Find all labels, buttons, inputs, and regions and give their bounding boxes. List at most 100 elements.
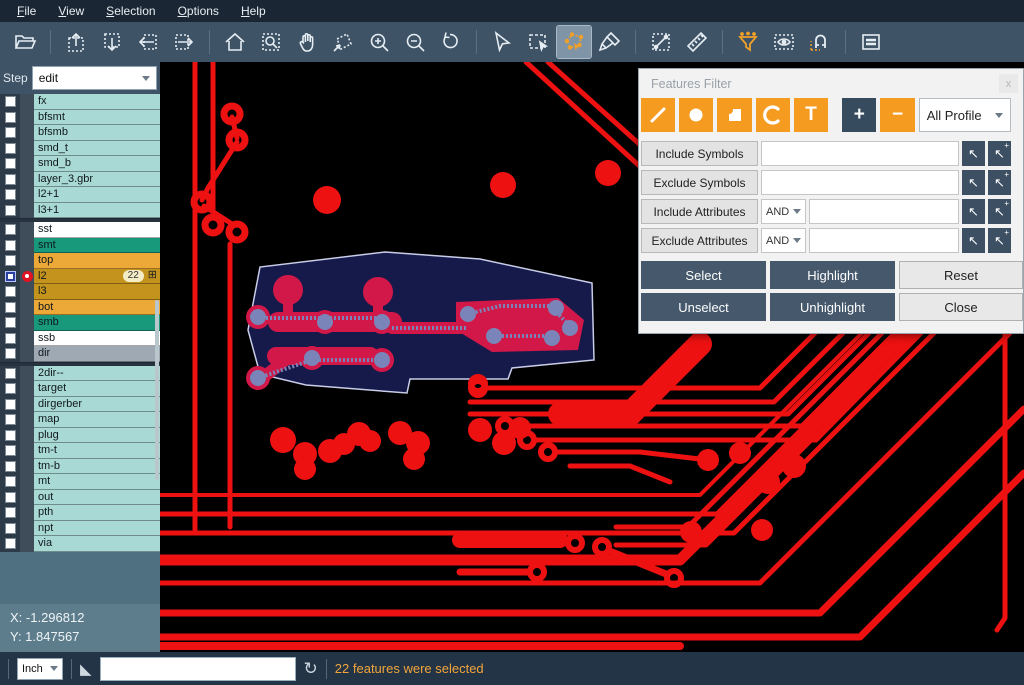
layer-row-mt[interactable]: mt xyxy=(0,474,160,490)
layer-label-cell[interactable]: bot xyxy=(34,300,160,316)
text-filter-button[interactable]: T xyxy=(794,98,828,132)
layer-label-cell[interactable]: smd_t xyxy=(34,141,160,157)
layer-checkbox[interactable] xyxy=(5,205,16,216)
layer-row-l2+1[interactable]: l2+1 xyxy=(0,187,160,203)
pick-add-from-screen-button[interactable]: ↖+ xyxy=(988,199,1011,224)
pick-from-screen-button[interactable]: ↖ xyxy=(962,141,985,166)
layer-row-sst[interactable]: sst xyxy=(0,222,160,238)
layer-row-via[interactable]: via xyxy=(0,536,160,552)
layer-label-cell[interactable]: mt xyxy=(34,474,160,490)
close-button[interactable]: Close xyxy=(899,293,1023,321)
layer-checkbox[interactable] xyxy=(5,240,16,251)
layer-row-plug[interactable]: plug xyxy=(0,428,160,444)
layer-label-cell[interactable]: l3+1 xyxy=(34,203,160,219)
measure-line-button[interactable] xyxy=(644,26,678,58)
layer-checkbox[interactable] xyxy=(5,143,16,154)
layer-label-cell[interactable]: map xyxy=(34,412,160,428)
layer-checkbox[interactable] xyxy=(5,127,16,138)
layer-label-cell[interactable]: npt xyxy=(34,521,160,537)
layer-row-l2[interactable]: l222⊞ xyxy=(0,269,160,285)
add-filter-button[interactable]: + xyxy=(842,98,876,132)
shift-left-button[interactable] xyxy=(131,26,165,58)
export-top-button[interactable] xyxy=(59,26,93,58)
layer-checkbox[interactable] xyxy=(5,112,16,123)
layer-row-smd_t[interactable]: smd_t xyxy=(0,141,160,157)
unselect-button[interactable]: Unselect xyxy=(641,293,766,321)
layer-checkbox[interactable] xyxy=(5,348,16,359)
profile-select[interactable]: All Profile xyxy=(919,98,1011,132)
line-filter-button[interactable] xyxy=(641,98,675,132)
exclude-symbols-button[interactable]: Exclude Symbols xyxy=(641,170,758,195)
filter-value-input[interactable] xyxy=(809,228,959,253)
layer-checkbox[interactable] xyxy=(5,317,16,328)
layer-label-cell[interactable]: l222⊞ xyxy=(34,269,160,285)
pick-from-screen-button[interactable]: ↖ xyxy=(962,228,985,253)
menu-item-selection[interactable]: Selection xyxy=(95,0,166,22)
layer-row-top[interactable]: top xyxy=(0,253,160,269)
pick-add-from-screen-button[interactable]: ↖+ xyxy=(988,141,1011,166)
layer-row-layer_3.gbr[interactable]: layer_3.gbr xyxy=(0,172,160,188)
layer-row-l3+1[interactable]: l3+1 xyxy=(0,203,160,219)
layer-checkbox[interactable] xyxy=(5,271,16,282)
and-or-select[interactable]: AND xyxy=(761,199,806,224)
layer-label-cell[interactable]: bfsmb xyxy=(34,125,160,141)
zoom-previous-button[interactable] xyxy=(434,26,468,58)
zoom-out-button[interactable] xyxy=(398,26,432,58)
layer-label-cell[interactable]: l2+1 xyxy=(34,187,160,203)
pan-button[interactable] xyxy=(290,26,324,58)
layer-row-fx[interactable]: fx xyxy=(0,94,160,110)
layer-checkbox[interactable] xyxy=(5,430,16,441)
clear-brush-button[interactable] xyxy=(593,26,627,58)
layer-row-map[interactable]: map xyxy=(0,412,160,428)
layer-label-cell[interactable]: fx xyxy=(34,94,160,110)
dialog-close-button[interactable]: x xyxy=(999,74,1018,93)
layer-row-tm-t[interactable]: tm-t xyxy=(0,443,160,459)
include-symbols-button[interactable]: Include Symbols xyxy=(641,141,758,166)
features-filter-button[interactable] xyxy=(731,26,765,58)
menu-item-view[interactable]: View xyxy=(47,0,95,22)
filter-value-input[interactable] xyxy=(809,199,959,224)
select-polygon-button[interactable] xyxy=(557,26,591,58)
layer-row-dir[interactable]: dir xyxy=(0,346,160,362)
remove-filter-button[interactable]: − xyxy=(880,98,914,132)
zoom-area-button[interactable] xyxy=(254,26,288,58)
layer-row-bot[interactable]: bot xyxy=(0,300,160,316)
transform-button[interactable] xyxy=(326,26,360,58)
menu-item-help[interactable]: Help xyxy=(230,0,277,22)
units-select[interactable]: Inch xyxy=(17,658,63,680)
select-rect-button[interactable] xyxy=(521,26,555,58)
pick-add-from-screen-button[interactable]: ↖+ xyxy=(988,170,1011,195)
menu-item-options[interactable]: Options xyxy=(167,0,230,22)
layer-row-tm-b[interactable]: tm-b xyxy=(0,459,160,475)
menu-item-file[interactable]: File xyxy=(6,0,47,22)
pad-filter-button[interactable] xyxy=(679,98,713,132)
open-folder-button[interactable] xyxy=(8,26,42,58)
snap-magnet-button[interactable] xyxy=(803,26,837,58)
layer-row-smd_b[interactable]: smd_b xyxy=(0,156,160,172)
layer-row-npt[interactable]: npt xyxy=(0,521,160,537)
layer-row-pth[interactable]: pth xyxy=(0,505,160,521)
layer-label-cell[interactable]: bfsmt xyxy=(34,110,160,126)
layer-checkbox[interactable] xyxy=(5,96,16,107)
layer-checkbox[interactable] xyxy=(5,492,16,503)
layer-checkbox[interactable] xyxy=(5,255,16,266)
home-view-button[interactable] xyxy=(218,26,252,58)
layer-checkbox[interactable] xyxy=(5,507,16,518)
command-input[interactable] xyxy=(100,657,296,681)
layer-label-cell[interactable]: layer_3.gbr xyxy=(34,172,160,188)
surface-filter-button[interactable] xyxy=(717,98,751,132)
layer-label-cell[interactable]: l3 xyxy=(34,284,160,300)
layer-label-cell[interactable]: ssb xyxy=(34,331,160,347)
layer-row-out[interactable]: out xyxy=(0,490,160,506)
pick-from-screen-button[interactable]: ↖ xyxy=(962,170,985,195)
layer-checkbox[interactable] xyxy=(5,476,16,487)
layer-label-cell[interactable]: tm-b xyxy=(34,459,160,475)
layers-panel-button[interactable] xyxy=(854,26,888,58)
unhighlight-button[interactable]: Unhighlight xyxy=(770,293,895,321)
refresh-icon[interactable]: ↻ xyxy=(304,659,318,679)
layer-checkbox[interactable] xyxy=(5,368,16,379)
ruler-button[interactable] xyxy=(680,26,714,58)
layer-checkbox[interactable] xyxy=(5,286,16,297)
layer-label-cell[interactable]: sst xyxy=(34,222,160,238)
layer-row-bfsmb[interactable]: bfsmb xyxy=(0,125,160,141)
